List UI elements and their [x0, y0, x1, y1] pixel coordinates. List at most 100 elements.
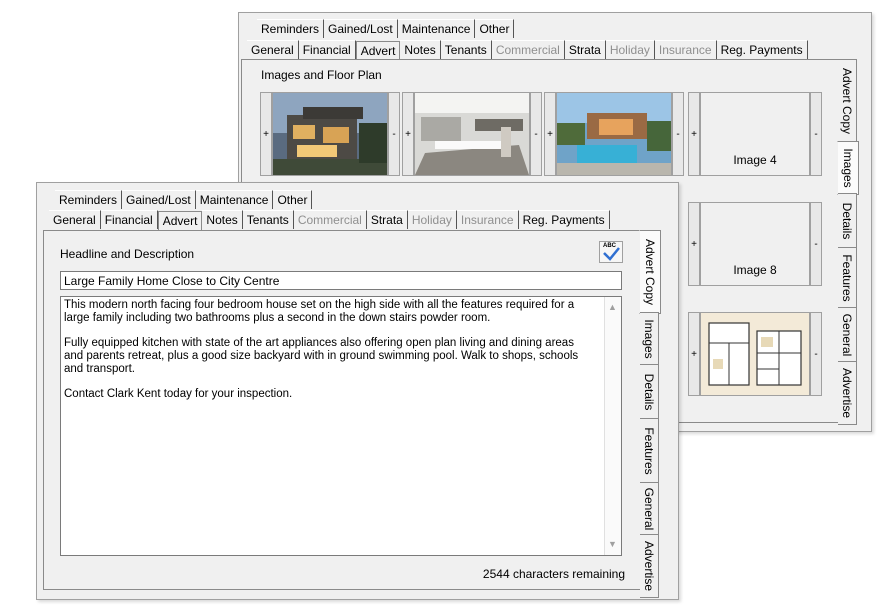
back-side-tab-label: General — [840, 313, 854, 357]
front-advert-panel: Headline and Description ABC This modern… — [43, 230, 642, 590]
back-tab-insurance[interactable]: Insurance — [654, 40, 717, 59]
description-paragraph-1: This modern north facing four bedroom ho… — [64, 299, 575, 324]
description-paragraph-3: Contact Clark Kent today for your inspec… — [64, 388, 293, 400]
back-tab-general[interactable]: General — [247, 40, 299, 59]
back-side-tab-label: Advert Copy — [840, 67, 854, 135]
front-tab-strata[interactable]: Strata — [366, 210, 408, 229]
front-side-tab-general[interactable]: General — [640, 482, 659, 536]
front-side-tabs: Advert Copy Images Details Features General A… — [639, 230, 662, 598]
back-side-tab-images[interactable]: Images — [837, 141, 859, 195]
floor-plan-image — [701, 313, 809, 395]
image-8-placeholder[interactable]: Image 8 — [700, 202, 810, 286]
front-tab-reg-payments[interactable]: Reg. Payments — [518, 210, 610, 229]
add-image-3-button[interactable]: + — [544, 92, 556, 176]
front-side-tab-label: Details — [642, 373, 656, 411]
image-8-label: Image 8 — [733, 263, 777, 277]
scroll-down-icon[interactable]: ▼ — [608, 538, 617, 551]
back-side-tab-details[interactable]: Details — [838, 193, 857, 249]
back-tab-commercial[interactable]: Commercial — [491, 40, 565, 59]
images-section-title: Images and Floor Plan — [261, 68, 382, 82]
back-side-tabs: Advert Copy Images Details Features General A… — [837, 59, 860, 425]
remove-image-8-button[interactable]: - — [810, 202, 822, 286]
back-tab-reg-payments[interactable]: Reg. Payments — [716, 40, 808, 59]
image-3-thumbnail[interactable] — [556, 92, 672, 176]
back-tab-financial[interactable]: Financial — [298, 40, 356, 59]
back-side-tab-label: Advertise — [840, 367, 854, 419]
back-tab-notes[interactable]: Notes — [400, 40, 441, 59]
front-tab-row-1: Reminders Gained/Lost Maintenance Other — [55, 190, 313, 209]
description-scrollbar[interactable]: ▲ ▼ — [604, 297, 621, 555]
image-slot-4: + Image 4 - — [688, 92, 828, 176]
checkmark-icon — [603, 247, 620, 261]
front-side-tab-label: Advert Copy — [643, 238, 657, 306]
front-side-tab-details[interactable]: Details — [640, 364, 659, 420]
chars-remaining: 2544 characters remaining — [482, 567, 625, 581]
image-slot-1: + - — [260, 92, 400, 176]
back-side-tab-advert-copy[interactable]: Advert Copy — [838, 59, 857, 143]
front-side-tab-label: Images — [642, 319, 656, 359]
remove-floor-plan-button[interactable]: - — [810, 312, 822, 396]
remove-image-2-button[interactable]: - — [530, 92, 542, 176]
front-tab-reminders[interactable]: Reminders — [55, 190, 123, 209]
image-2-thumbnail[interactable] — [414, 92, 530, 176]
back-tab-strata[interactable]: Strata — [564, 40, 606, 59]
front-tab-financial[interactable]: Financial — [100, 210, 158, 229]
front-tab-commercial[interactable]: Commercial — [293, 210, 367, 229]
add-image-8-button[interactable]: + — [688, 202, 700, 286]
front-tab-general[interactable]: General — [49, 210, 101, 229]
description-textarea[interactable]: This modern north facing four bedroom ho… — [60, 296, 622, 556]
back-tab-row-2: General Financial Advert Notes Tenants Commer… — [247, 40, 808, 60]
back-tab-row-1: Reminders Gained/Lost Maintenance Other — [257, 19, 515, 38]
front-side-tab-advert-copy[interactable]: Advert Copy — [639, 230, 661, 314]
back-tab-tenants[interactable]: Tenants — [440, 40, 492, 59]
back-tab-reminders[interactable]: Reminders — [257, 19, 325, 38]
floor-plan-thumbnail[interactable] — [700, 312, 810, 396]
kitchen-image — [415, 93, 529, 175]
image-4-label: Image 4 — [733, 153, 777, 167]
back-side-tab-general[interactable]: General — [838, 307, 857, 363]
front-side-tab-images[interactable]: Images — [640, 312, 659, 366]
add-image-1-button[interactable]: + — [260, 92, 272, 176]
front-tab-row-2: General Financial Advert Notes Tenants Commer… — [49, 210, 610, 230]
remove-image-3-button[interactable]: - — [672, 92, 684, 176]
back-tab-advert[interactable]: Advert — [355, 41, 401, 60]
back-side-tab-advertise[interactable]: Advertise — [838, 361, 857, 425]
front-tab-gained-lost[interactable]: Gained/Lost — [122, 190, 196, 209]
front-side-tab-features[interactable]: Features — [640, 418, 659, 484]
scroll-up-icon[interactable]: ▲ — [608, 301, 617, 314]
spellcheck-button[interactable]: ABC — [599, 241, 623, 263]
front-tab-other[interactable]: Other — [273, 190, 313, 209]
back-tab-maintenance[interactable]: Maintenance — [397, 19, 476, 38]
remove-image-4-button[interactable]: - — [810, 92, 822, 176]
remove-image-1-button[interactable]: - — [388, 92, 400, 176]
front-tab-insurance[interactable]: Insurance — [456, 210, 519, 229]
headline-section-title: Headline and Description — [60, 247, 195, 261]
front-tab-tenants[interactable]: Tenants — [242, 210, 294, 229]
add-floor-plan-button[interactable]: + — [688, 312, 700, 396]
front-tab-maintenance[interactable]: Maintenance — [195, 190, 274, 209]
front-tab-notes[interactable]: Notes — [202, 210, 243, 229]
pool-image — [557, 93, 671, 175]
back-side-tab-label: Features — [840, 254, 854, 302]
description-paragraph-2: Fully equipped kitchen with state of the… — [64, 337, 579, 375]
back-side-tab-features[interactable]: Features — [838, 247, 857, 309]
add-image-4-button[interactable]: + — [688, 92, 700, 176]
add-image-2-button[interactable]: + — [402, 92, 414, 176]
front-side-tab-label: General — [642, 487, 656, 531]
floor-plan-slot: + - — [688, 312, 828, 396]
front-tab-holiday[interactable]: Holiday — [407, 210, 457, 229]
back-tab-holiday[interactable]: Holiday — [605, 40, 655, 59]
back-tab-gained-lost[interactable]: Gained/Lost — [324, 19, 398, 38]
front-tab-advert[interactable]: Advert — [157, 211, 203, 230]
headline-input[interactable] — [60, 271, 622, 290]
image-slot-2: + - — [402, 92, 542, 176]
front-side-tab-label: Advertise — [642, 540, 656, 592]
back-side-tab-label: Details — [840, 202, 854, 240]
front-side-tab-label: Features — [642, 427, 656, 475]
back-tab-other[interactable]: Other — [475, 19, 515, 38]
image-4-placeholder[interactable]: Image 4 — [700, 92, 810, 176]
front-side-tab-advertise[interactable]: Advertise — [640, 534, 659, 598]
image-slot-8: + Image 8 - — [688, 202, 828, 286]
image-1-thumbnail[interactable] — [272, 92, 388, 176]
front-window: Reminders Gained/Lost Maintenance Other Gen… — [36, 182, 679, 600]
